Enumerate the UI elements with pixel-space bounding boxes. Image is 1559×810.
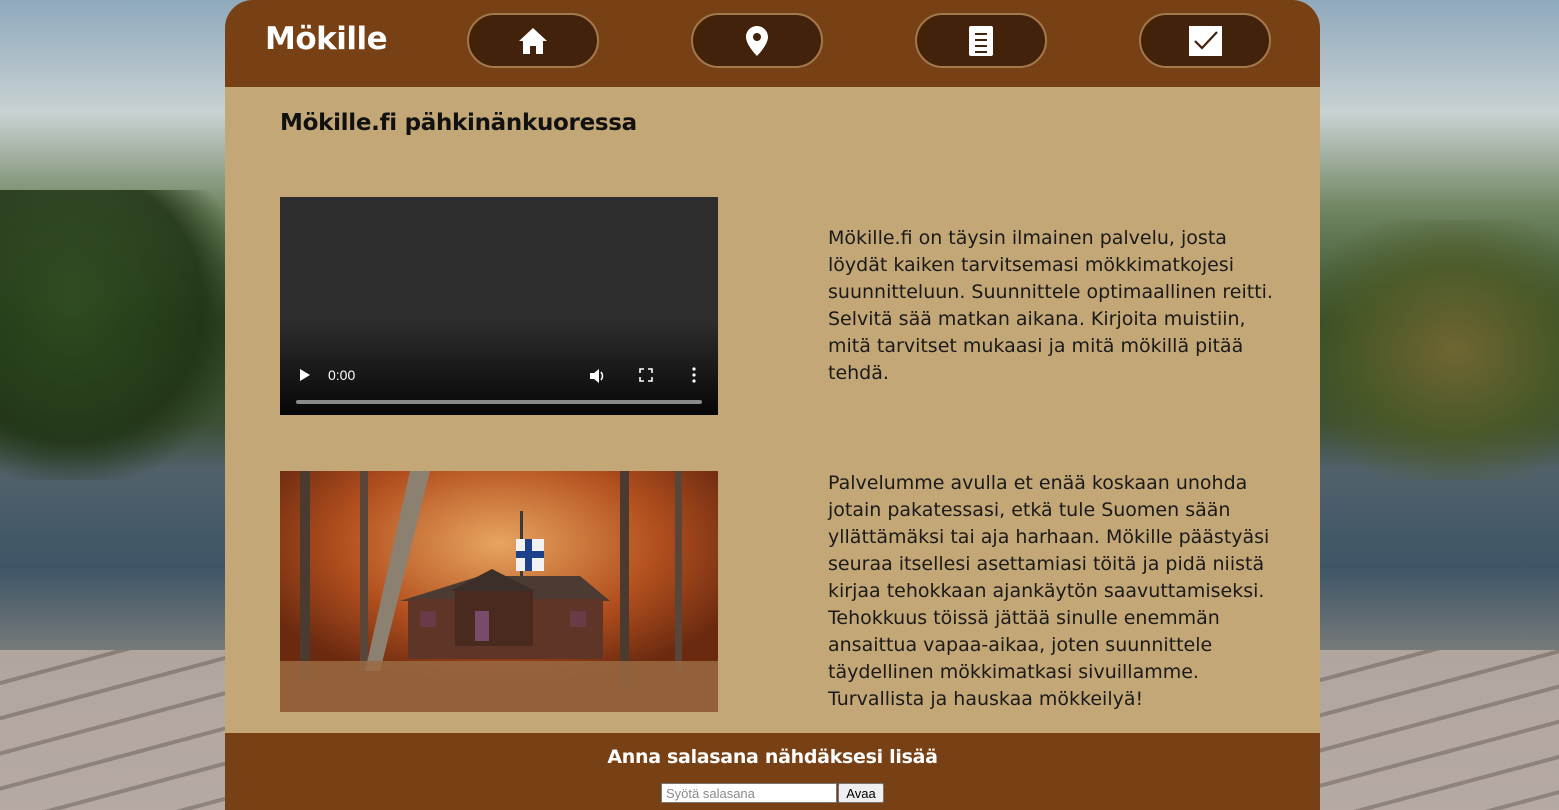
background-dock-right [1309,650,1559,810]
checkbox-icon [1188,25,1222,56]
password-footer: Anna salasana nähdäksesi lisää Avaa [225,733,1320,810]
document-icon [969,25,993,56]
site-logo[interactable]: Mökille [265,21,388,57]
page-container: Mökille Mökille.fi pähkinänkuoressa 0:00… [225,0,1320,810]
cabin-illustration [280,471,718,712]
nav-map-button[interactable] [691,13,823,68]
home-icon [519,27,547,54]
password-prompt: Anna salasana nähdäksesi lisää [607,746,938,768]
page-title: Mökille.fi pähkinänkuoressa [280,110,637,136]
intro-paragraph-1: Mökille.fi on täysin ilmainen palvelu, j… [828,227,1273,384]
map-pin-icon [746,25,768,56]
volume-icon[interactable] [589,367,607,385]
site-header: Mökille [225,0,1320,87]
nav-tasks-button[interactable] [1139,13,1271,68]
fullscreen-icon[interactable] [639,368,653,382]
password-input[interactable] [661,783,837,803]
more-options-icon[interactable] [692,367,696,383]
open-button[interactable]: Avaa [838,783,884,803]
nav-home-button[interactable] [467,13,599,68]
nav-notes-button[interactable] [915,13,1047,68]
video-controls: 0:00 [280,355,718,415]
background-trees-right [1299,220,1559,480]
video-progress-bar[interactable] [296,400,702,404]
intro-video-player[interactable]: 0:00 [280,197,718,415]
cabin-photo [280,471,718,712]
play-icon[interactable] [298,368,312,382]
background-trees-left [0,190,240,480]
background-dock-left [0,650,240,810]
video-time: 0:00 [328,367,356,383]
intro-paragraph-2: Palvelumme avulla et enää koskaan unohda… [828,472,1270,710]
